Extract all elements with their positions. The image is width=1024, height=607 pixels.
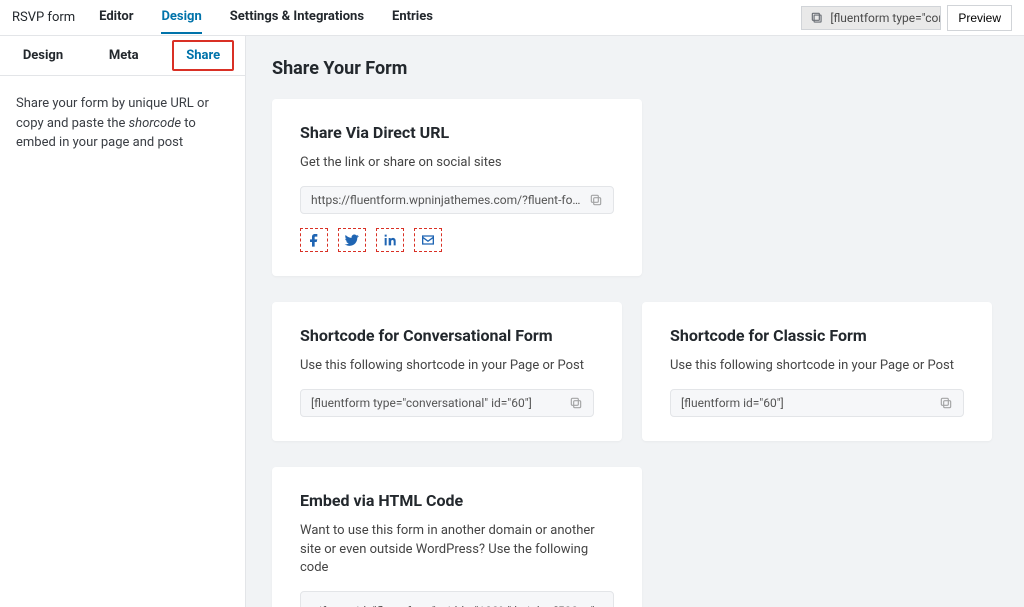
direct-url-input[interactable]: https://fluentform.wpninjathemes.com/?fl… (300, 186, 614, 214)
facebook-icon[interactable] (300, 228, 328, 252)
classic-title: Shortcode for Classic Form (670, 326, 964, 345)
sub-tab-design[interactable]: Design (9, 36, 77, 75)
sub-tabs: Design Meta Share (0, 36, 245, 76)
card-embed-html: Embed via HTML Code Want to use this for… (272, 467, 642, 607)
twitter-icon[interactable] (338, 228, 366, 252)
direct-url-value: https://fluentform.wpninjathemes.com/?fl… (311, 193, 581, 207)
page-title: Share Your Form (272, 58, 992, 79)
tab-design[interactable]: Design (161, 1, 201, 34)
sidebar-desc-em: shorcode (129, 116, 181, 131)
conv-desc: Use this following shortcode in your Pag… (300, 357, 594, 375)
sidebar: Design Meta Share Share your form by uni… (0, 36, 246, 607)
copy-stack-icon (810, 11, 824, 25)
embed-title: Embed via HTML Code (300, 491, 614, 510)
linkedin-icon[interactable] (376, 228, 404, 252)
classic-shortcode-input[interactable]: [fluentform id="60"] (670, 389, 964, 417)
classic-desc: Use this following shortcode in your Pag… (670, 357, 964, 375)
shortcode-preview-box[interactable]: [fluentform type="conver (801, 6, 941, 30)
card-direct-url: Share Via Direct URL Get the link or sha… (272, 99, 642, 276)
card-direct-url-title: Share Via Direct URL (300, 123, 614, 142)
card-direct-url-desc: Get the link or share on social sites (300, 154, 614, 172)
conv-shortcode-input[interactable]: [fluentform type="conversational" id="60… (300, 389, 594, 417)
tab-settings[interactable]: Settings & Integrations (230, 1, 364, 34)
copy-icon[interactable] (939, 396, 953, 410)
embed-desc: Want to use this form in another domain … (300, 522, 614, 577)
tab-editor[interactable]: Editor (99, 1, 133, 34)
preview-button[interactable]: Preview (947, 5, 1012, 31)
sub-tab-meta[interactable]: Meta (95, 36, 153, 75)
top-bar: RSVP form Editor Design Settings & Integ… (0, 0, 1024, 36)
social-row (300, 228, 614, 252)
conv-title: Shortcode for Conversational Form (300, 326, 594, 345)
sidebar-description: Share your form by unique URL or copy an… (0, 76, 245, 171)
layout: Design Meta Share Share your form by uni… (0, 36, 1024, 607)
content: Share Your Form Share Via Direct URL Get… (246, 36, 1024, 607)
conv-shortcode-value: [fluentform type="conversational" id="60… (311, 396, 561, 410)
form-name: RSVP form (12, 10, 75, 25)
email-icon[interactable] (414, 228, 442, 252)
card-classic-shortcode: Shortcode for Classic Form Use this foll… (642, 302, 992, 441)
shortcode-preview-text: [fluentform type="conver (830, 11, 941, 25)
tab-entries[interactable]: Entries (392, 1, 433, 34)
embed-code-block[interactable]: <iframe id="fluentform" width="100%" hei… (300, 591, 614, 607)
sub-tab-share[interactable]: Share (172, 40, 234, 71)
card-conversational-shortcode: Shortcode for Conversational Form Use th… (272, 302, 622, 441)
copy-icon[interactable] (569, 396, 583, 410)
main-tabs: Editor Design Settings & Integrations En… (99, 1, 801, 34)
right-controls: [fluentform type="conver Preview (801, 5, 1012, 31)
copy-icon[interactable] (589, 193, 603, 207)
classic-shortcode-value: [fluentform id="60"] (681, 396, 931, 410)
